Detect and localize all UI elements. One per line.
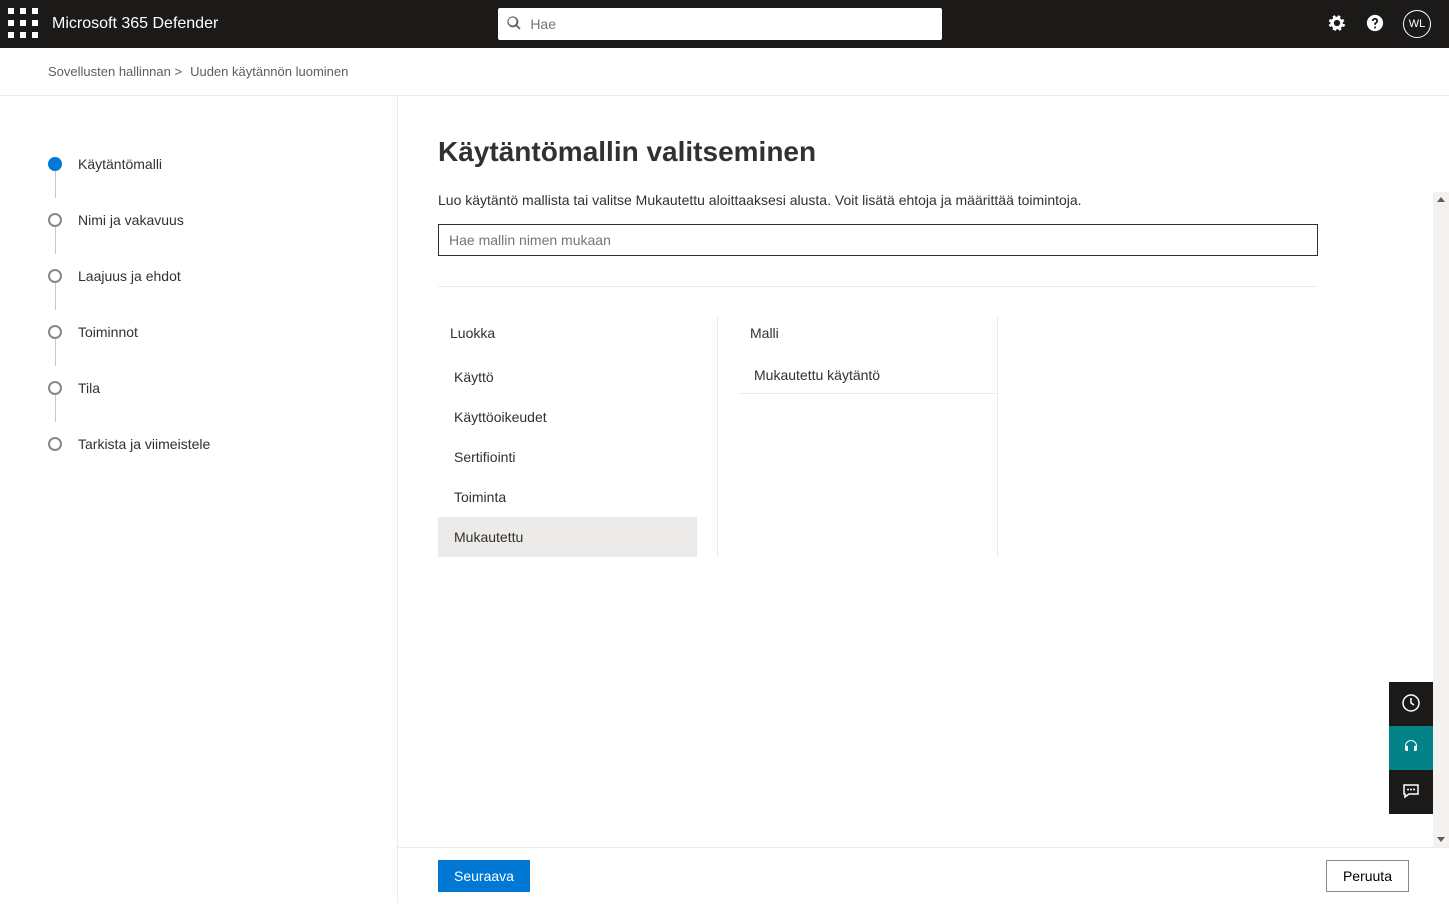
wizard-footer: Seuraava Peruuta: [398, 847, 1449, 903]
step-template[interactable]: Käytäntömalli: [48, 136, 377, 192]
category-item-activity[interactable]: Toiminta: [438, 477, 697, 517]
step-actions[interactable]: Toiminnot: [48, 304, 377, 360]
scroll-down-icon[interactable]: [1433, 831, 1449, 847]
step-status[interactable]: Tila: [48, 360, 377, 416]
help-button[interactable]: [1365, 14, 1385, 34]
template-column: Malli Mukautettu käytäntö: [718, 317, 998, 557]
template-header: Malli: [738, 317, 997, 349]
cancel-button[interactable]: Peruuta: [1326, 860, 1409, 892]
details-column: [998, 317, 1318, 557]
side-action-tabs: [1389, 682, 1433, 814]
category-column: Luokka Käyttö Käyttöoikeudet Sertifioint…: [438, 317, 718, 557]
step-name-severity[interactable]: Nimi ja vakavuus: [48, 192, 377, 248]
chat-icon: [1401, 781, 1421, 804]
template-item-custom-policy[interactable]: Mukautettu käytäntö: [738, 357, 997, 394]
search-input[interactable]: [530, 16, 934, 32]
settings-button[interactable]: [1327, 14, 1347, 34]
search-icon: [506, 15, 522, 34]
category-header: Luokka: [438, 317, 697, 349]
compass-icon: [1401, 693, 1421, 716]
side-tab-headset[interactable]: [1389, 726, 1433, 770]
category-item-permissions[interactable]: Käyttöoikeudet: [438, 397, 697, 437]
page-subtitle: Luo käytäntö mallista tai valitse Mukaut…: [438, 192, 1409, 208]
step-review-finish[interactable]: Tarkista ja viimeistele: [48, 416, 377, 472]
side-tab-compass[interactable]: [1389, 682, 1433, 726]
category-item-custom[interactable]: Mukautettu: [438, 517, 697, 557]
side-tab-feedback[interactable]: [1389, 770, 1433, 814]
app-launcher-button[interactable]: [8, 8, 40, 40]
app-title: Microsoft 365 Defender: [52, 15, 218, 33]
next-button[interactable]: Seuraava: [438, 860, 530, 892]
top-bar: Microsoft 365 Defender WL: [0, 0, 1449, 48]
user-avatar[interactable]: WL: [1403, 10, 1431, 38]
template-search-input[interactable]: [438, 224, 1318, 256]
breadcrumb-part[interactable]: Sovellusten hallinnan >: [48, 64, 182, 79]
wizard-stepper: Käytäntömalli Nimi ja vakavuus Laajuus j…: [0, 96, 398, 903]
question-icon: [1366, 14, 1384, 35]
gear-icon: [1328, 14, 1346, 35]
page-title: Käytäntömallin valitseminen: [438, 136, 1409, 168]
scrollbar[interactable]: [1433, 192, 1449, 847]
breadcrumb-part: Uuden käytännön luominen: [190, 64, 348, 79]
breadcrumb: Sovellusten hallinnan > Uuden käytännön …: [0, 48, 1449, 96]
main-panel: Käytäntömallin valitseminen Luo käytäntö…: [398, 96, 1449, 903]
step-scope-conditions[interactable]: Laajuus ja ehdot: [48, 248, 377, 304]
category-item-usage[interactable]: Käyttö: [438, 357, 697, 397]
scroll-up-icon[interactable]: [1433, 192, 1449, 208]
global-search[interactable]: [498, 8, 942, 40]
headset-icon: [1401, 737, 1421, 760]
category-item-certification[interactable]: Sertifiointi: [438, 437, 697, 477]
